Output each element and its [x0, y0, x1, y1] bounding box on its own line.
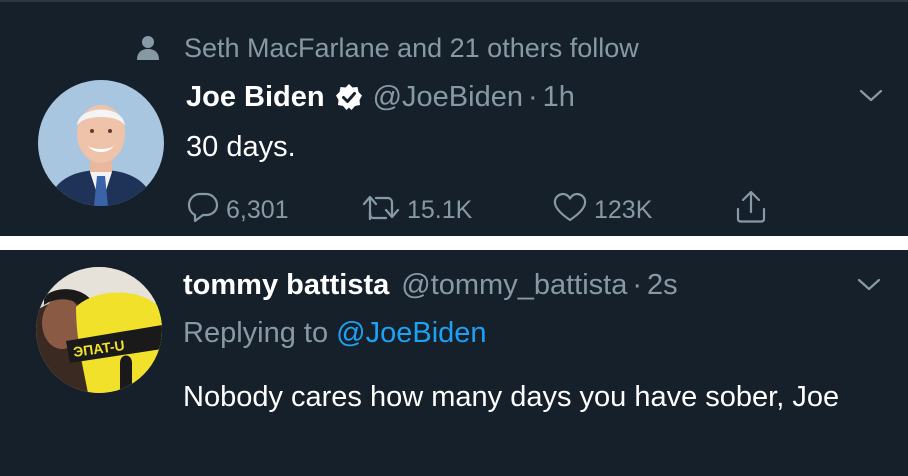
top-border [0, 0, 908, 2]
like-icon [552, 191, 594, 230]
retweet-count: 15.1K [407, 195, 473, 224]
replying-prefix: Replying to [183, 317, 329, 349]
tweet-header: tommy battista @tommy_battista · 2s [183, 266, 678, 304]
tweet-tommy-battista[interactable]: ЭΠAT-U tommy battista @tommy_battista · … [0, 250, 908, 476]
tweet-text: Nobody cares how many days you have sobe… [183, 381, 840, 413]
reply-count: 6,301 [226, 195, 289, 224]
social-context-text: Seth MacFarlane and 21 others follow [184, 32, 639, 63]
timestamp[interactable]: 1h [543, 81, 575, 114]
like-count: 123K [594, 195, 653, 224]
author-handle[interactable]: @tommy_battista [401, 269, 627, 302]
reply-button[interactable]: 6,301 [186, 190, 289, 230]
share-button[interactable] [734, 190, 774, 230]
chevron-down-icon[interactable] [857, 82, 885, 110]
chevron-down-icon[interactable] [855, 271, 883, 299]
replying-to: Replying to @JoeBiden [183, 314, 487, 352]
author-name[interactable]: tommy battista [183, 269, 389, 302]
person-icon [134, 34, 162, 62]
share-icon [734, 190, 774, 231]
author-name[interactable]: Joe Biden [186, 81, 325, 114]
retweet-button[interactable]: 15.1K [361, 190, 472, 230]
separator-dot: · [527, 80, 538, 113]
verified-badge-icon [335, 83, 363, 111]
author-handle[interactable]: @JoeBiden [373, 81, 523, 114]
retweet-icon [361, 192, 407, 229]
reply-icon [186, 191, 226, 230]
separator-dot: · [632, 268, 643, 301]
avatar[interactable]: ЭΠAT-U [36, 267, 162, 393]
avatar[interactable] [38, 80, 164, 206]
social-context[interactable]: Seth MacFarlane and 21 others follow [134, 30, 639, 66]
tweet-text: 30 days. [186, 131, 296, 163]
timestamp[interactable]: 2s [647, 269, 678, 302]
like-button[interactable]: 123K [552, 190, 652, 230]
replying-mention-link[interactable]: @JoeBiden [336, 317, 486, 349]
tweet-header: Joe Biden @JoeBiden · 1h [186, 78, 575, 116]
tweet-joe-biden[interactable]: Seth MacFarlane and 21 others follow Joe… [0, 0, 908, 236]
